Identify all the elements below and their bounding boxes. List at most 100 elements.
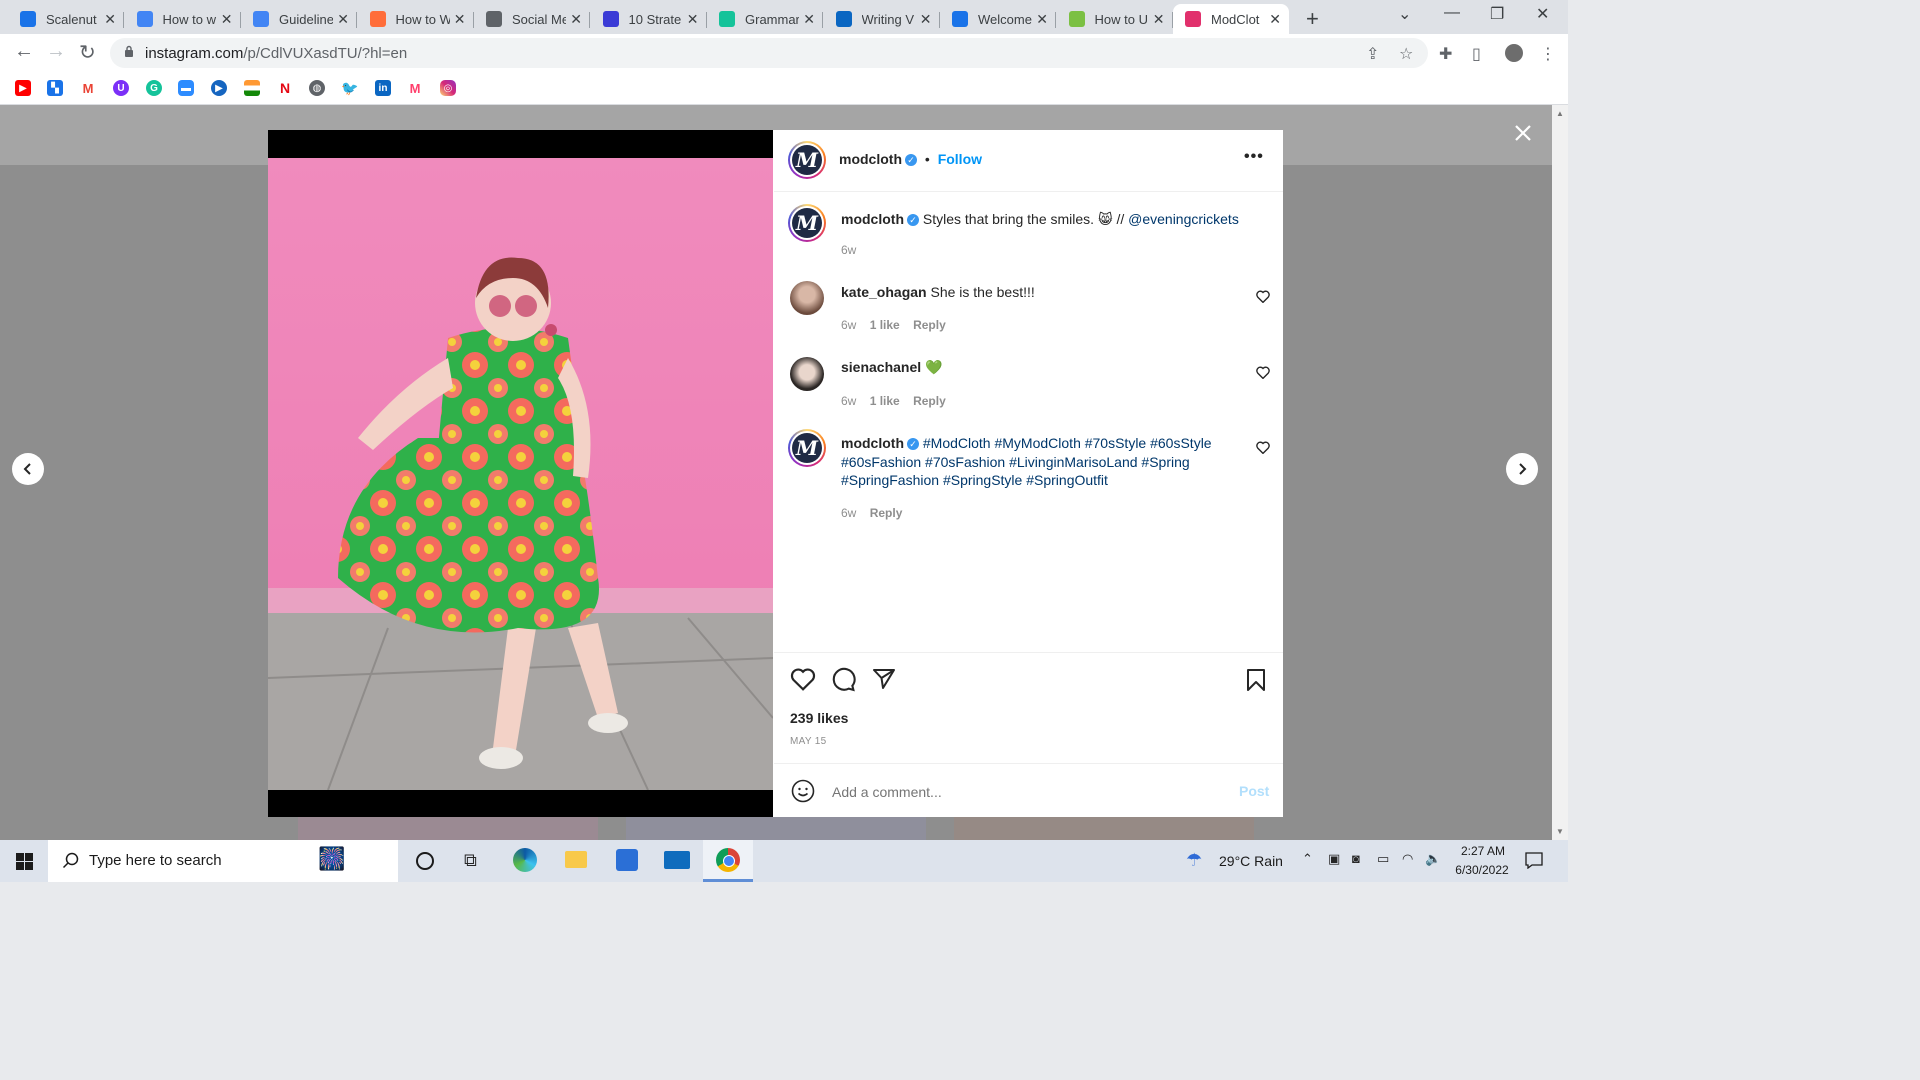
comment-username[interactable]: modcloth bbox=[841, 435, 904, 451]
edge-icon[interactable] bbox=[513, 848, 537, 872]
reply-button[interactable]: Reply bbox=[913, 318, 946, 332]
weather-text[interactable]: 29°C Rain bbox=[1219, 853, 1283, 869]
close-tab-icon[interactable]: ✕ bbox=[1036, 11, 1048, 28]
browser-tab[interactable]: Scalenut ✕ bbox=[8, 4, 124, 34]
twitter-icon[interactable]: 🐦 bbox=[341, 80, 359, 96]
new-tab-button[interactable]: + bbox=[1306, 6, 1319, 32]
tab-search-icon[interactable]: ⌄ bbox=[1398, 4, 1411, 24]
close-tab-icon[interactable]: ✕ bbox=[454, 11, 466, 28]
emoji-icon[interactable] bbox=[791, 779, 815, 803]
comment-username[interactable]: kate_ohagan bbox=[841, 284, 927, 300]
clock-time[interactable]: 2:27 AM bbox=[1455, 844, 1511, 858]
close-tab-icon[interactable]: ✕ bbox=[1269, 11, 1281, 28]
comment-username[interactable]: sienachanel bbox=[841, 359, 921, 375]
share-icon[interactable]: ⇪ bbox=[1366, 44, 1379, 64]
extensions-icon[interactable]: ✚ bbox=[1439, 44, 1452, 64]
side-panel-icon[interactable]: ▯ bbox=[1472, 44, 1481, 64]
close-tab-icon[interactable]: ✕ bbox=[221, 11, 233, 28]
caption-avatar[interactable]: M bbox=[788, 204, 826, 242]
reply-button[interactable]: Reply bbox=[913, 394, 946, 408]
comment-likes[interactable]: 1 like bbox=[870, 318, 900, 332]
meet-now-icon[interactable]: ▣ bbox=[1328, 851, 1340, 867]
wifi-icon[interactable]: ◠ bbox=[1402, 851, 1413, 867]
zoom-icon[interactable]: ▬ bbox=[178, 80, 194, 96]
close-tab-icon[interactable]: ✕ bbox=[1153, 11, 1165, 28]
cortana-icon[interactable] bbox=[416, 852, 434, 870]
chrome-taskbar-button[interactable] bbox=[703, 840, 753, 882]
india-flag-icon[interactable] bbox=[244, 80, 260, 96]
author-avatar[interactable]: M bbox=[788, 141, 826, 179]
like-comment-heart-icon[interactable] bbox=[1256, 366, 1270, 379]
clock-date[interactable]: 6/30/2022 bbox=[1450, 863, 1514, 877]
commenter-avatar[interactable] bbox=[790, 281, 824, 315]
youtube-icon[interactable]: ▶ bbox=[15, 80, 31, 96]
browser-tab[interactable]: 10 Strate ✕ bbox=[591, 4, 707, 34]
show-hidden-icons-icon[interactable]: ⌃ bbox=[1302, 851, 1313, 867]
share-paper-plane-icon[interactable] bbox=[872, 668, 896, 690]
play-icon[interactable]: ▶ bbox=[211, 80, 227, 96]
next-post-button[interactable] bbox=[1506, 453, 1538, 485]
back-icon[interactable]: ← bbox=[14, 40, 34, 63]
close-tab-icon[interactable]: ✕ bbox=[803, 11, 815, 28]
browser-tab[interactable]: Writing V ✕ bbox=[824, 4, 940, 34]
browser-tab[interactable]: How to W ✕ bbox=[358, 4, 474, 34]
forward-icon[interactable]: → bbox=[46, 40, 66, 63]
notifications-icon[interactable] bbox=[1525, 852, 1543, 869]
close-tab-icon[interactable]: ✕ bbox=[104, 11, 116, 28]
browser-tab[interactable]: Grammar ✕ bbox=[707, 4, 823, 34]
browser-tab[interactable]: Social Me ✕ bbox=[474, 4, 590, 34]
more-options-icon[interactable]: ••• bbox=[1244, 148, 1264, 166]
post-comment-button[interactable]: Post bbox=[1239, 783, 1269, 799]
reload-icon[interactable]: ↻ bbox=[79, 40, 96, 65]
close-tab-icon[interactable]: ✕ bbox=[337, 11, 349, 28]
save-bookmark-icon[interactable] bbox=[1246, 668, 1266, 692]
commenter-avatar[interactable]: M bbox=[788, 429, 826, 467]
comment-icon[interactable] bbox=[831, 667, 856, 692]
close-window-icon[interactable]: ✕ bbox=[1536, 4, 1549, 24]
taskbar-search-box[interactable]: Type here to search 🎆 bbox=[48, 840, 398, 882]
myntra-icon[interactable]: M bbox=[407, 80, 423, 96]
mail-icon[interactable] bbox=[664, 851, 690, 869]
microsoft-store-icon[interactable] bbox=[616, 849, 638, 871]
grammarly-icon[interactable]: G bbox=[146, 80, 162, 96]
profile-avatar[interactable] bbox=[1505, 44, 1523, 62]
browser-tab[interactable]: Guideline ✕ bbox=[241, 4, 357, 34]
like-heart-icon[interactable] bbox=[790, 667, 816, 691]
comment-likes[interactable]: 1 like bbox=[870, 394, 900, 408]
instagram-icon[interactable]: ◎ bbox=[440, 80, 456, 96]
comment-input[interactable] bbox=[830, 780, 1214, 804]
previous-post-button[interactable] bbox=[12, 453, 44, 485]
follow-button[interactable]: Follow bbox=[938, 151, 982, 167]
task-view-icon[interactable]: ⧉ bbox=[464, 850, 477, 871]
netflix-icon[interactable]: N bbox=[277, 80, 293, 96]
linkedin-icon[interactable]: in bbox=[375, 80, 391, 96]
battery-icon[interactable]: ▭ bbox=[1377, 851, 1389, 867]
gmail-icon[interactable]: M bbox=[80, 80, 96, 96]
browser-tab[interactable]: How to w ✕ bbox=[125, 4, 241, 34]
file-explorer-icon[interactable] bbox=[565, 851, 587, 868]
windows-start-icon[interactable] bbox=[16, 853, 33, 870]
browser-tab[interactable]: Welcome ✕ bbox=[940, 4, 1056, 34]
chrome-menu-icon[interactable]: ⋮ bbox=[1540, 44, 1556, 64]
browser-tab[interactable]: ModClot ✕ bbox=[1173, 4, 1289, 34]
maximize-icon[interactable]: ❐ bbox=[1490, 4, 1504, 24]
bookmark-star-icon[interactable]: ☆ bbox=[1399, 44, 1413, 64]
weather-rain-icon[interactable]: ☂ bbox=[1186, 850, 1202, 871]
caption-username[interactable]: modcloth bbox=[841, 211, 904, 227]
camera-icon[interactable]: ◙ bbox=[1352, 851, 1360, 866]
likes-count[interactable]: 239 likes bbox=[790, 710, 848, 726]
u-icon[interactable]: U bbox=[113, 80, 129, 96]
reply-button[interactable]: Reply bbox=[870, 506, 903, 520]
address-bar[interactable]: instagram.com/p/CdlVUXasdTU/?hl=en bbox=[110, 38, 1428, 68]
close-tab-icon[interactable]: ✕ bbox=[570, 11, 582, 28]
close-tab-icon[interactable]: ✕ bbox=[687, 11, 699, 28]
commenter-avatar[interactable] bbox=[790, 357, 824, 391]
volume-icon[interactable]: 🔈 bbox=[1425, 851, 1441, 867]
page-scrollbar[interactable]: ▲ ▼ bbox=[1552, 105, 1568, 840]
close-tab-icon[interactable]: ✕ bbox=[920, 11, 932, 28]
scalenut-icon[interactable]: ▚ bbox=[47, 80, 63, 96]
minimize-icon[interactable]: — bbox=[1444, 4, 1460, 22]
like-comment-heart-icon[interactable] bbox=[1256, 290, 1270, 303]
post-photo[interactable] bbox=[268, 130, 773, 817]
globe-icon[interactable]: ◍ bbox=[309, 80, 325, 96]
